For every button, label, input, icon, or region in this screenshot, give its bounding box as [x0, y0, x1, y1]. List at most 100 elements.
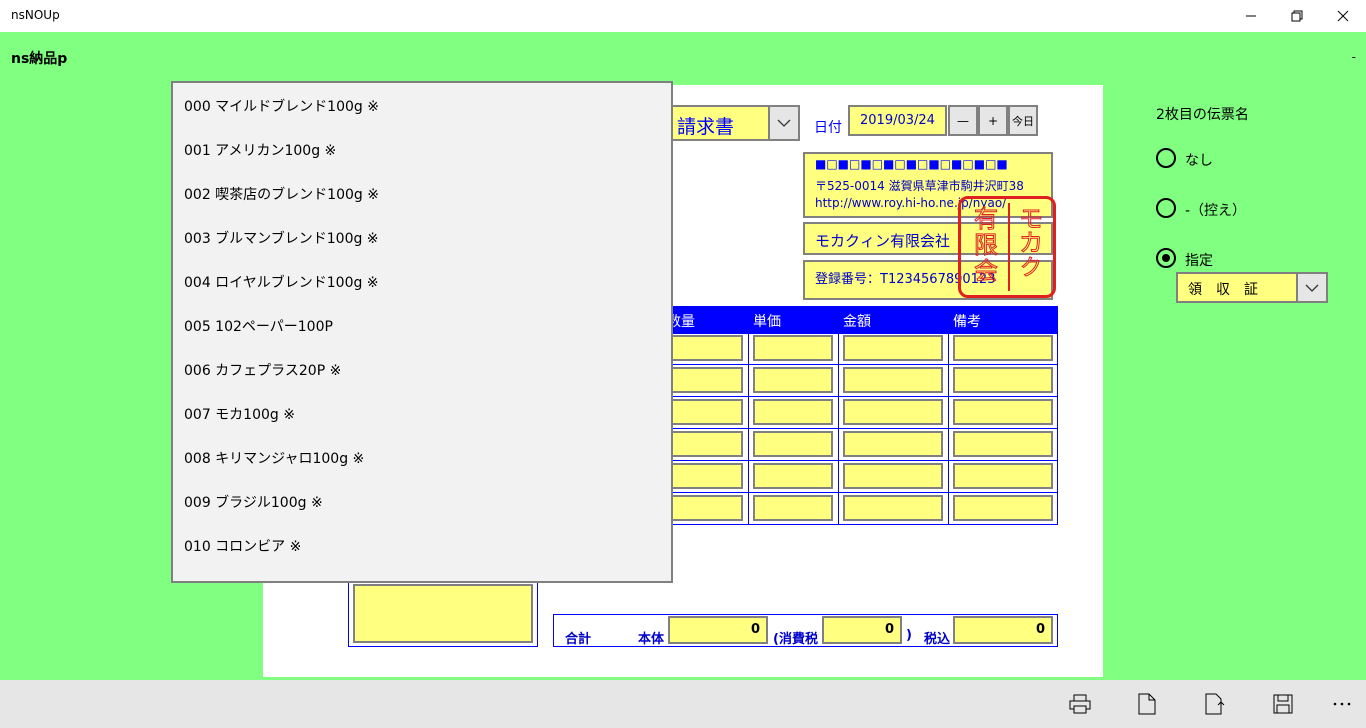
title-bar: nsNOUp	[0, 0, 1366, 32]
tax-close-paren: )	[906, 628, 912, 643]
table-cell[interactable]	[668, 399, 743, 425]
body-total-field[interactable]: 0	[668, 616, 768, 644]
chevron-down-icon	[1305, 284, 1319, 292]
table-column-divider	[748, 333, 749, 525]
date-minus-button[interactable]: —	[948, 105, 978, 136]
radio-none[interactable]	[1156, 148, 1176, 168]
seal-graphic: モ カ ク 有 限 会	[974, 203, 1044, 291]
document-type-select[interactable]: 請求書	[671, 105, 800, 141]
product-list-item[interactable]: 005 102ペーパー100P	[184, 316, 333, 336]
overflow-mark: -	[1351, 50, 1356, 64]
table-cell[interactable]	[753, 367, 833, 393]
table-cell[interactable]	[953, 335, 1053, 361]
export-button[interactable]	[1191, 680, 1239, 728]
header-amount: 金額	[843, 314, 871, 330]
table-cell[interactable]	[753, 495, 833, 521]
close-button[interactable]	[1320, 0, 1366, 32]
table-cell[interactable]	[843, 431, 943, 457]
table-cell[interactable]	[843, 367, 943, 393]
memo-field[interactable]	[353, 584, 533, 643]
svg-text:限: 限	[974, 231, 998, 259]
product-list-item[interactable]: 001 アメリカン100g ※	[184, 140, 336, 160]
today-label: 今日	[1012, 114, 1034, 128]
product-list-item[interactable]: 008 キリマンジャロ100g ※	[184, 448, 364, 468]
product-list-item[interactable]: 007 モカ100g ※	[184, 404, 295, 424]
table-cell[interactable]	[668, 431, 743, 457]
minimize-icon	[1246, 15, 1256, 17]
product-list-item[interactable]: 000 マイルドブレンド100g ※	[184, 96, 379, 116]
radio-custom[interactable]	[1156, 248, 1176, 268]
product-list-item[interactable]: 009 ブラジル100g ※	[184, 492, 323, 512]
company-name: モカクィン有限会社	[815, 232, 951, 250]
table-cell[interactable]	[953, 431, 1053, 457]
custom-slip-select[interactable]: 領 収 証	[1176, 272, 1328, 303]
table-cell[interactable]	[843, 399, 943, 425]
table-cell[interactable]	[953, 463, 1053, 489]
taxin-total-field[interactable]: 0	[953, 616, 1053, 644]
total-label: 合計	[565, 632, 592, 647]
table-cell[interactable]	[843, 495, 943, 521]
table-cell[interactable]	[953, 399, 1053, 425]
table-row-divider	[663, 492, 1058, 493]
product-list-item[interactable]: 003 ブルマンブレンド100g ※	[184, 228, 379, 248]
date-label: 日付	[814, 120, 842, 136]
today-button[interactable]: 今日	[1008, 105, 1038, 136]
taxin-label: 税込	[924, 632, 951, 647]
product-list-item[interactable]: 004 ロイヤルブレンド100g ※	[184, 272, 379, 292]
app-header: ns納品p	[11, 51, 68, 67]
body-total-value: 0	[750, 622, 760, 637]
body-label: 本体	[638, 632, 665, 647]
radio-custom-label: 指定	[1185, 253, 1213, 269]
table-cell[interactable]	[953, 367, 1053, 393]
restore-button[interactable]	[1274, 0, 1320, 32]
table-cell[interactable]	[843, 335, 943, 361]
tax-total-value: 0	[884, 622, 894, 637]
table-column-divider	[948, 333, 949, 525]
custom-slip-value: 領 収 証	[1188, 282, 1258, 298]
table-column-divider	[838, 333, 839, 525]
document-type-dropdown[interactable]	[768, 107, 798, 139]
table-cell[interactable]	[843, 463, 943, 489]
table-cell[interactable]	[753, 431, 833, 457]
bottom-app-bar	[0, 680, 1366, 728]
restore-icon	[1291, 10, 1303, 22]
date-plus-button[interactable]: +	[978, 105, 1008, 136]
table-cell[interactable]	[753, 463, 833, 489]
date-plus-label: +	[987, 113, 999, 128]
table-row-divider	[663, 428, 1058, 429]
window-title: nsNOUp	[11, 8, 60, 22]
radio-copy[interactable]	[1156, 198, 1176, 218]
table-row-divider	[663, 460, 1058, 461]
tax-total-field[interactable]: 0	[822, 616, 902, 644]
table-cell[interactable]	[953, 495, 1053, 521]
product-list-item[interactable]: 002 喫茶店のブレンド100g ※	[184, 184, 379, 204]
export-icon	[1205, 693, 1225, 715]
date-field[interactable]: 2019/03/24	[848, 105, 947, 136]
taxin-total-value: 0	[1035, 622, 1045, 637]
table-cell[interactable]	[753, 335, 833, 361]
radio-none-label: なし	[1185, 153, 1213, 169]
product-list-popup[interactable]: 000 マイルドブレンド100g ※ 001 アメリカン100g ※ 002 喫茶店…	[171, 81, 673, 583]
company-seal-stamp: モ カ ク 有 限 会	[958, 196, 1056, 298]
product-list-item[interactable]: 006 カフェプラス20P ※	[184, 360, 341, 380]
table-cell[interactable]	[668, 495, 743, 521]
more-button[interactable]	[1318, 680, 1366, 728]
header-remarks: 備考	[953, 314, 981, 330]
date-value: 2019/03/24	[860, 113, 935, 128]
table-cell[interactable]	[668, 367, 743, 393]
second-slip-heading: 2枚目の伝票名	[1156, 107, 1249, 123]
save-button[interactable]	[1259, 680, 1307, 728]
table-cell[interactable]	[753, 399, 833, 425]
custom-slip-dropdown[interactable]	[1296, 274, 1326, 301]
print-icon	[1069, 694, 1091, 714]
table-row-divider	[663, 396, 1058, 397]
minimize-button[interactable]	[1228, 0, 1274, 32]
print-button[interactable]	[1056, 680, 1104, 728]
product-list-item[interactable]: 010 コロンビア ※	[184, 536, 301, 556]
new-document-button[interactable]	[1123, 680, 1171, 728]
document-type-value: 請求書	[677, 116, 735, 138]
table-cell[interactable]	[668, 335, 743, 361]
table-cell[interactable]	[668, 463, 743, 489]
table-row-divider	[663, 364, 1058, 365]
header-unit-price: 単価	[753, 314, 781, 330]
